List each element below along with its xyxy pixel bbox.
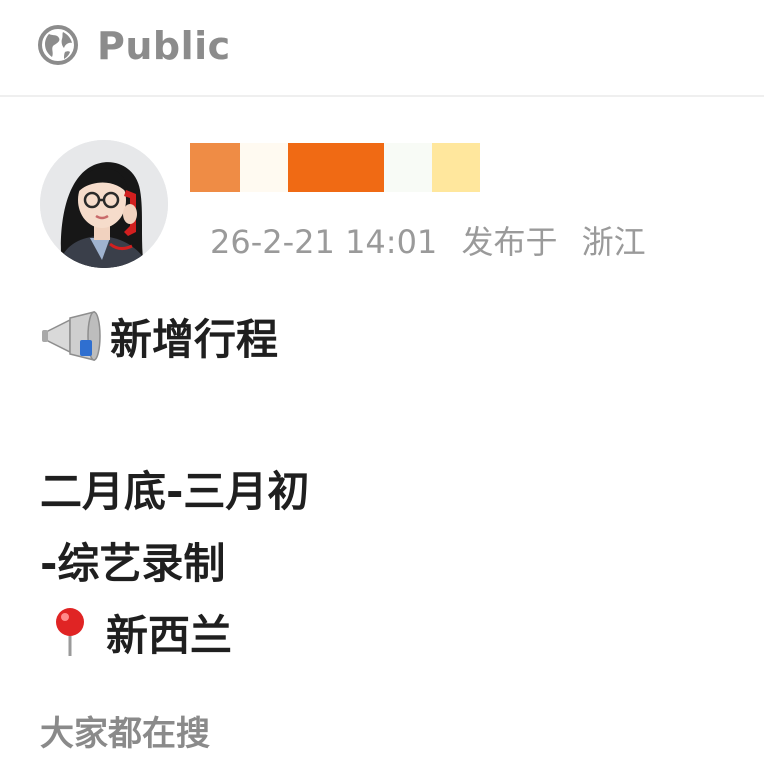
username-redacted[interactable] <box>190 143 480 192</box>
redaction-block <box>190 143 240 192</box>
post-meta: 26-2-21 14:01 发布于 浙江 <box>210 222 646 262</box>
post-body: 新增行程 二月底-三月初 -综艺录制 新西兰 <box>40 300 730 668</box>
pin-icon <box>40 606 102 658</box>
redaction-block <box>384 143 432 192</box>
post-line: 新增行程 <box>40 300 730 372</box>
redaction-block <box>240 143 288 192</box>
header-divider <box>0 95 764 97</box>
post-line: -综艺录制 <box>40 524 730 596</box>
post-line-text: -综艺录制 <box>40 538 226 588</box>
post-line-text: 新西兰 <box>106 610 233 660</box>
redaction-block <box>432 143 480 192</box>
visibility-label[interactable]: Public <box>97 24 231 68</box>
post-location: 浙江 <box>581 223 646 261</box>
globe-icon <box>37 24 79 66</box>
post-line: 新西兰 <box>40 596 730 668</box>
post-line-text: 二月底-三月初 <box>40 466 310 516</box>
redaction-block <box>288 143 384 192</box>
avatar[interactable] <box>40 140 168 268</box>
post-line-blank <box>40 372 730 452</box>
trending-label[interactable]: 大家都在搜 <box>40 712 210 756</box>
location-prefix: 发布于 <box>461 223 558 261</box>
post-header: Public <box>0 0 764 96</box>
post-line-text: 新增行程 <box>110 314 279 364</box>
post-timestamp: 26-2-21 14:01 <box>210 223 438 261</box>
megaphone-icon <box>40 310 106 362</box>
post-line: 二月底-三月初 <box>40 452 730 524</box>
